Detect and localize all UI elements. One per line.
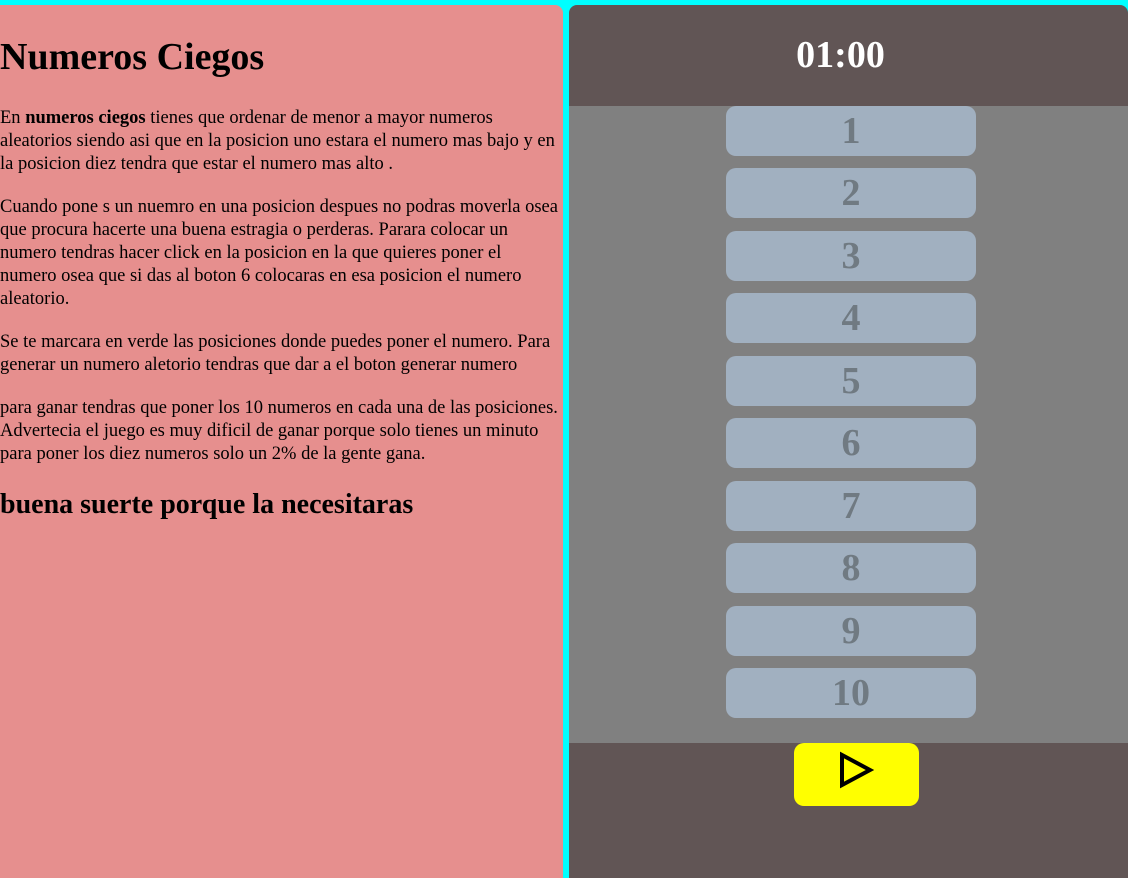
slot-9-button[interactable]: 9 [726,606,976,656]
page-title: Numeros Ciegos [0,36,265,78]
slot-10-button[interactable]: 10 [726,668,976,718]
game-name-bold: numeros ciegos [25,108,146,128]
placement-rules-paragraph: Cuando pone s un nuemro en una posicion … [0,197,558,309]
win-rules-paragraph: para ganar tendras que poner los 10 nume… [0,398,558,464]
good-luck-heading: buena suerte porque la necesitaras [0,489,414,520]
slot-2-button[interactable]: 2 [726,168,976,218]
slot-3-button[interactable]: 3 [726,231,976,281]
slot-8-button[interactable]: 8 [726,543,976,593]
slot-5-button[interactable]: 5 [726,356,976,406]
intro-text-start: En [0,108,26,128]
slot-7-button[interactable]: 7 [726,481,976,531]
countdown-timer: 01:00 [796,34,885,76]
generate-rules-paragraph: Se te marcara en verde las posiciones do… [0,332,551,375]
slot-6-button[interactable]: 6 [726,418,976,468]
slots-area: 1 2 3 4 5 6 7 8 9 10 [569,106,1128,743]
play-icon [840,751,874,789]
generate-number-button[interactable] [794,743,919,806]
game-panel: 01:00 1 2 3 4 5 6 7 8 9 10 [569,5,1128,878]
slot-1-button[interactable]: 1 [726,106,976,156]
slot-4-button[interactable]: 4 [726,293,976,343]
intro-paragraph: En numeros ciegos tienes que ordenar de … [0,107,563,176]
instructions-panel: Numeros Ciegos En numeros ciegos tienes … [0,5,563,878]
